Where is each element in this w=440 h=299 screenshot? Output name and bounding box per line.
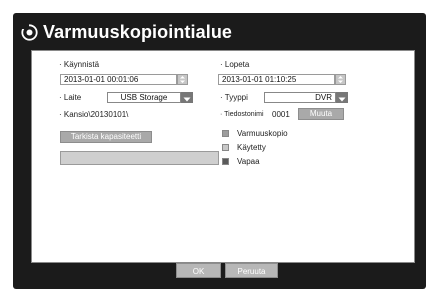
dialog-header: Varmuuskopiointialue	[21, 19, 232, 45]
legend-swatch-used	[222, 144, 229, 151]
chevron-down-icon	[183, 97, 191, 102]
end-datetime-spinner[interactable]	[335, 74, 346, 85]
cancel-button[interactable]: Peruuta	[225, 263, 278, 278]
filename-label: · Tiedostonimi	[220, 111, 264, 118]
spinner-arrows-icon	[180, 76, 185, 83]
device-select[interactable]: USB Storage	[107, 92, 181, 103]
start-datetime-field[interactable]: 2013-01-01 00:01:06	[60, 74, 177, 85]
legend-label-backup: Varmuuskopio	[237, 129, 288, 138]
legend-swatch-free	[222, 158, 229, 165]
type-dropdown-button[interactable]	[336, 92, 348, 103]
device-label: · Laite	[59, 93, 82, 102]
dialog-title: Varmuuskopiointialue	[43, 21, 233, 42]
legend-swatch-backup	[222, 130, 229, 137]
folder-label: · Kansio\20130101\	[59, 110, 129, 119]
legend-label-used: Käytetty	[237, 143, 266, 152]
end-label: · Lopeta	[220, 60, 250, 69]
type-select[interactable]: DVR	[264, 92, 336, 103]
ok-button[interactable]: OK	[176, 263, 221, 278]
change-filename-button[interactable]: Muuta	[298, 108, 344, 120]
start-label: · Käynnistä	[59, 60, 100, 69]
filename-value: 0001	[272, 110, 290, 119]
chevron-down-icon	[338, 97, 346, 102]
type-label: · Tyyppi	[220, 93, 248, 102]
check-capacity-button[interactable]: Tarkista kapasiteetti	[60, 131, 152, 143]
device-dropdown-button[interactable]	[181, 92, 193, 103]
start-datetime-spinner[interactable]	[177, 74, 188, 85]
legend-label-free: Vapaa	[237, 157, 260, 166]
backup-range-icon	[21, 23, 38, 41]
end-datetime-field[interactable]: 2013-01-01 01:10:25	[218, 74, 335, 85]
spinner-arrows-icon	[338, 76, 343, 83]
capacity-bar	[60, 151, 219, 165]
